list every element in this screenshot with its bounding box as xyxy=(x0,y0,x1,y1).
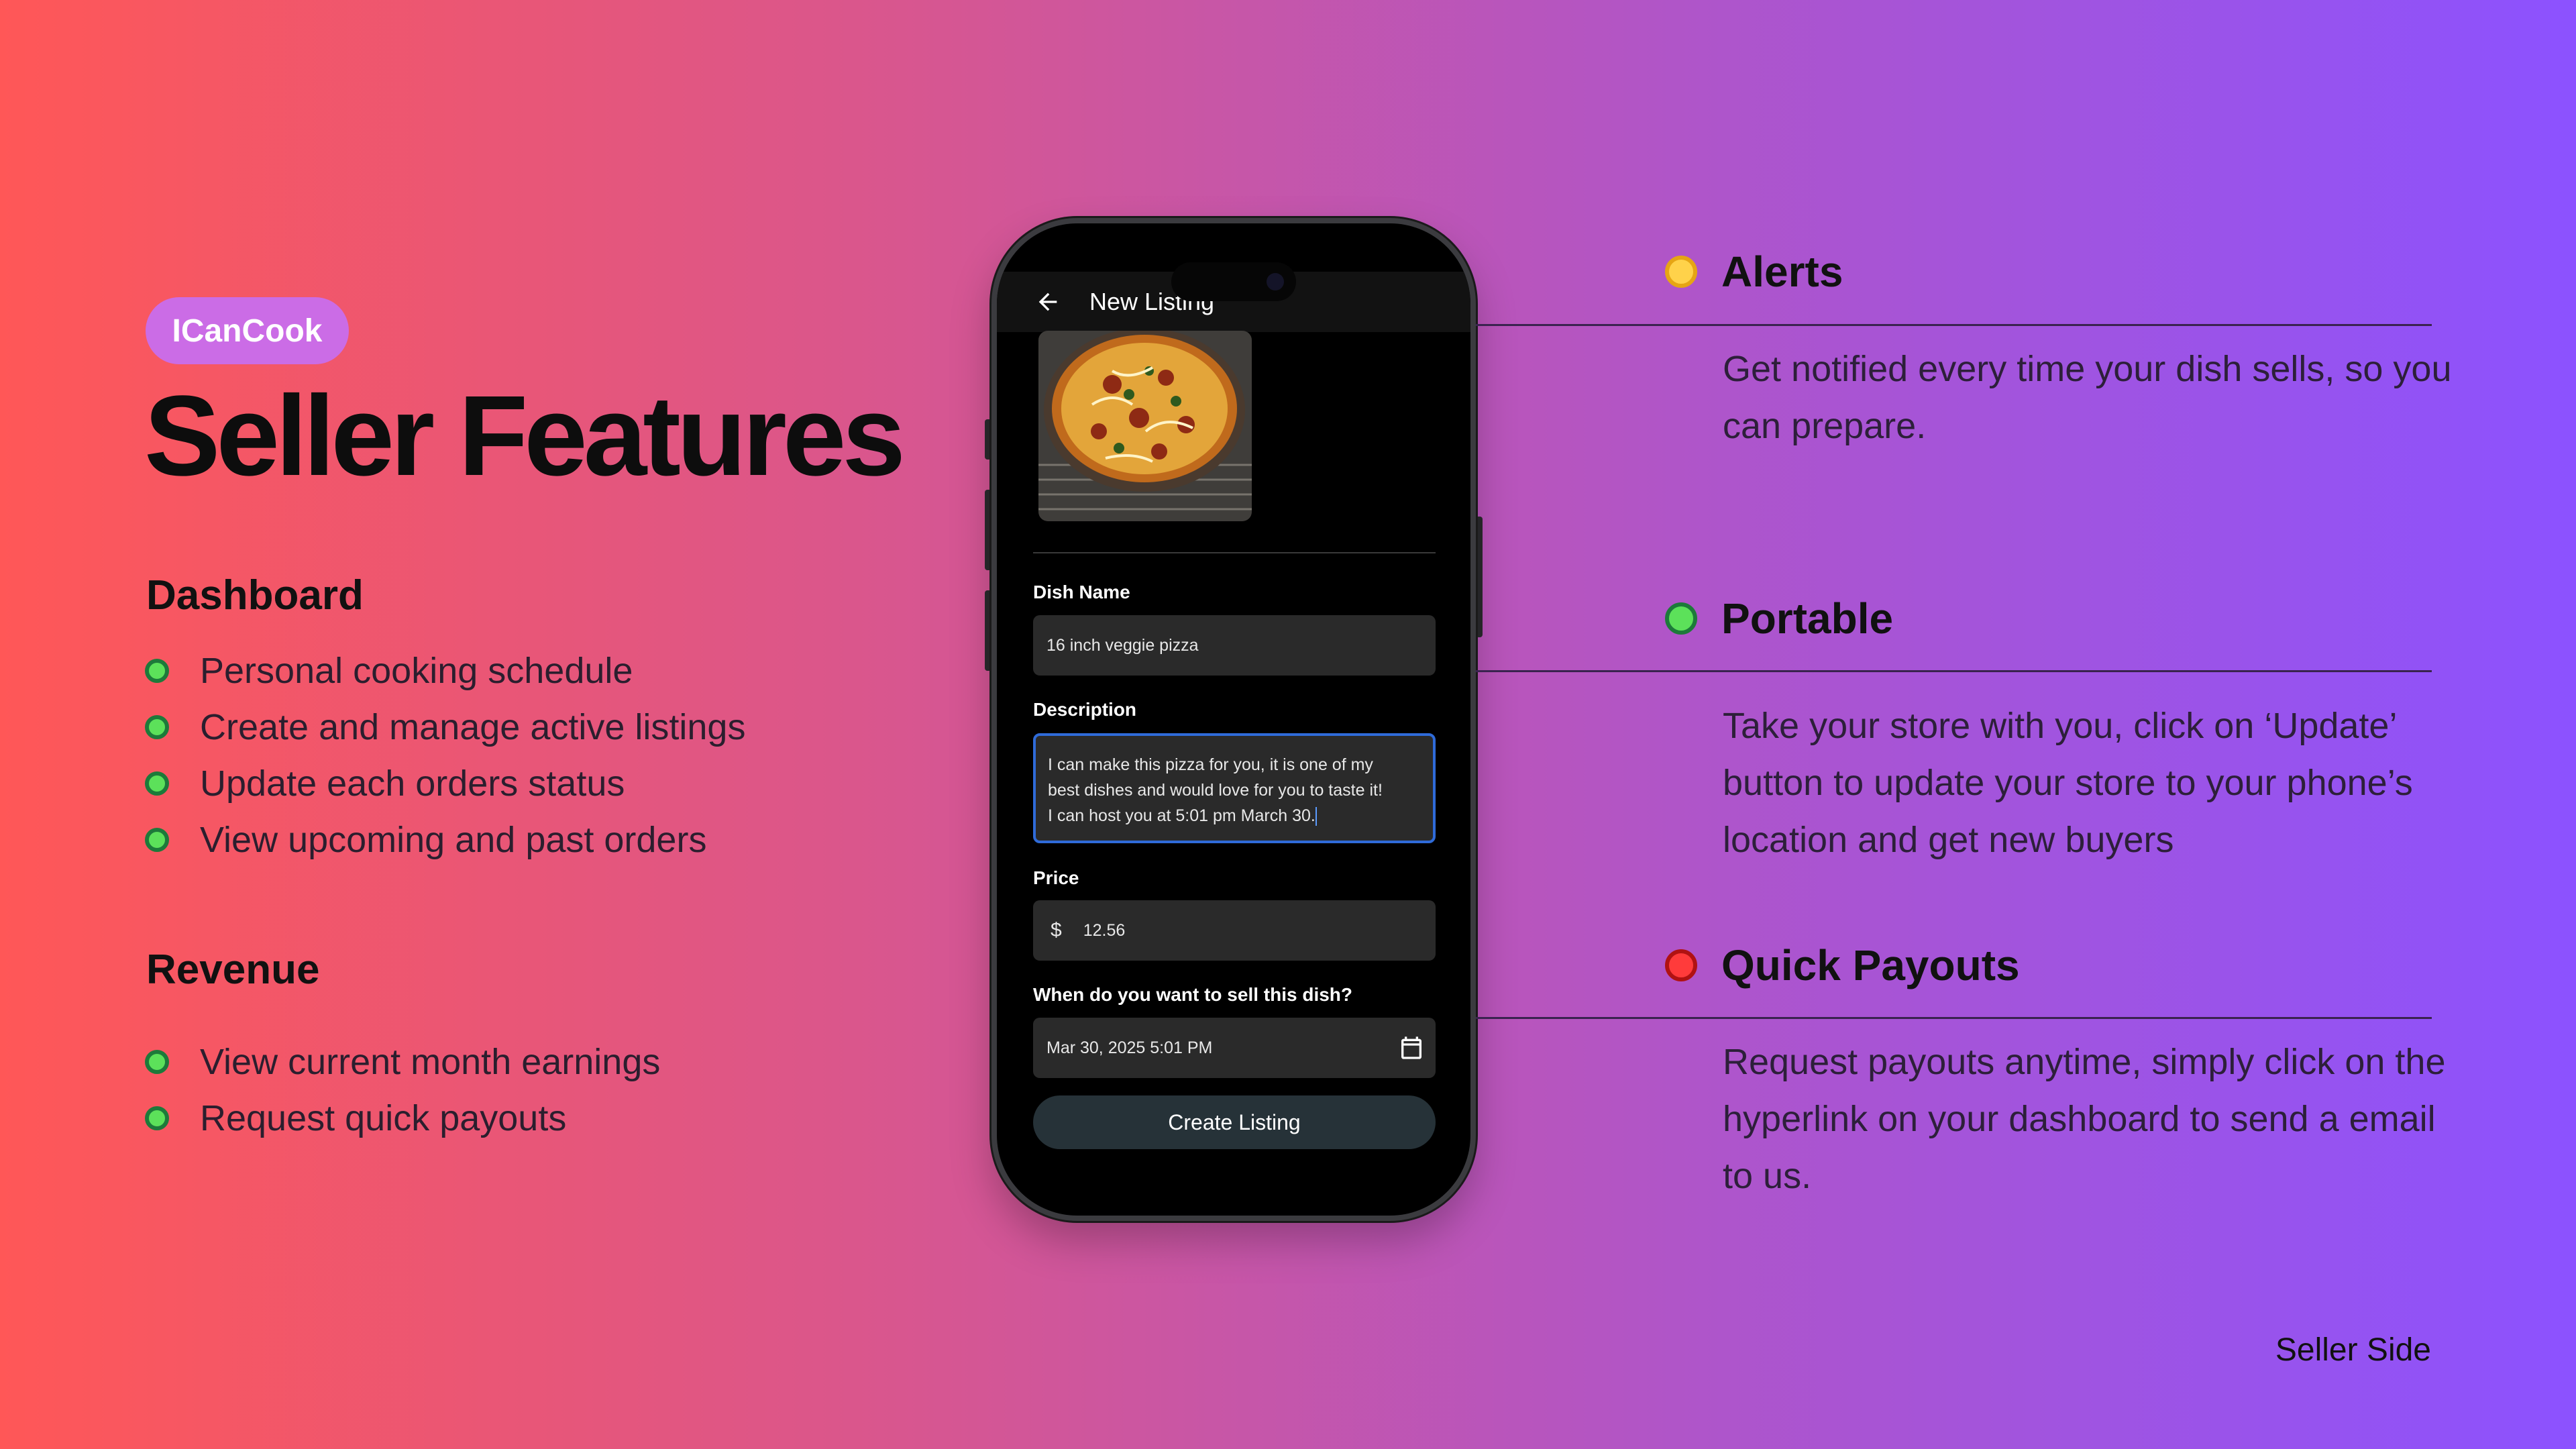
feature-divider xyxy=(1476,1017,2432,1019)
text-cursor xyxy=(1315,807,1317,826)
back-arrow-icon[interactable] xyxy=(1034,288,1061,315)
revenue-heading: Revenue xyxy=(146,947,320,993)
phone-volume-down-button xyxy=(985,590,991,671)
bullet-dot-icon xyxy=(145,659,169,683)
list-item: View upcoming and past orders xyxy=(145,812,745,868)
phone-action-button xyxy=(985,419,991,460)
feature-portable-heading: Portable xyxy=(1665,594,1893,643)
dish-name-field[interactable]: 16 inch veggie pizza xyxy=(1033,615,1436,676)
phone-mockup: New Listing Dish Name 16 inch veggie piz… xyxy=(991,218,1476,1221)
bullet-dot-icon xyxy=(145,715,169,739)
list-item: View current month earnings xyxy=(145,1034,660,1090)
feature-payouts-heading: Quick Payouts xyxy=(1665,941,2020,990)
dynamic-island xyxy=(1171,262,1296,301)
phone-volume-up-button xyxy=(985,490,991,570)
dashboard-list: Personal cooking schedule Create and man… xyxy=(145,643,745,868)
description-field[interactable]: I can make this pizza for you, it is one… xyxy=(1033,733,1436,843)
bullet-dot-icon xyxy=(145,828,169,852)
feature-portable-description: Take your store with you, click on ‘Upda… xyxy=(1723,706,2413,860)
camera-icon xyxy=(1267,273,1284,290)
feature-alerts-description: Get notified every time your dish sells,… xyxy=(1723,349,2452,446)
description-value: I can make this pizza for you, it is one… xyxy=(1048,755,1383,825)
price-label: Price xyxy=(1033,867,1079,888)
footer-label: Seller Side xyxy=(2275,1332,2431,1368)
bullet-dot-icon xyxy=(145,1050,169,1074)
red-dot-icon xyxy=(1665,949,1697,981)
divider xyxy=(1033,552,1436,553)
feature-payouts-description: Request payouts anytime, simply click on… xyxy=(1723,1042,2446,1196)
list-item: Request quick payouts xyxy=(145,1090,660,1146)
dish-name-value: 16 inch veggie pizza xyxy=(1046,635,1199,655)
dish-photo[interactable] xyxy=(1038,331,1252,521)
bullet-dot-icon xyxy=(145,771,169,796)
description-label: Description xyxy=(1033,699,1137,720)
bullet-dot-icon xyxy=(145,1106,169,1130)
feature-divider xyxy=(1476,324,2432,326)
feature-divider xyxy=(1476,670,2432,672)
create-listing-button[interactable]: Create Listing xyxy=(1033,1095,1436,1149)
dish-name-label: Dish Name xyxy=(1033,582,1130,602)
sell-date-label: When do you want to sell this dish? xyxy=(1033,984,1352,1005)
page-title: Seller Features xyxy=(144,372,906,500)
calendar-icon[interactable] xyxy=(1398,1034,1425,1061)
dashboard-heading: Dashboard xyxy=(146,572,364,619)
feature-alerts-heading: Alerts xyxy=(1665,247,1843,297)
list-item: Update each orders status xyxy=(145,755,745,812)
brand-badge: ICanCook xyxy=(146,297,349,364)
currency-symbol: $ xyxy=(1051,919,1062,941)
list-item: Personal cooking schedule xyxy=(145,643,745,699)
list-item: Create and manage active listings xyxy=(145,699,745,755)
revenue-list: View current month earnings Request quic… xyxy=(145,1034,660,1146)
price-value: 12.56 xyxy=(1083,920,1126,940)
sell-date-value: Mar 30, 2025 5:01 PM xyxy=(1046,1038,1213,1057)
phone-power-button xyxy=(1476,517,1483,637)
sell-date-field[interactable]: Mar 30, 2025 5:01 PM xyxy=(1033,1018,1436,1078)
yellow-dot-icon xyxy=(1665,256,1697,288)
price-field[interactable]: $ 12.56 xyxy=(1033,900,1436,961)
green-dot-icon xyxy=(1665,602,1697,635)
